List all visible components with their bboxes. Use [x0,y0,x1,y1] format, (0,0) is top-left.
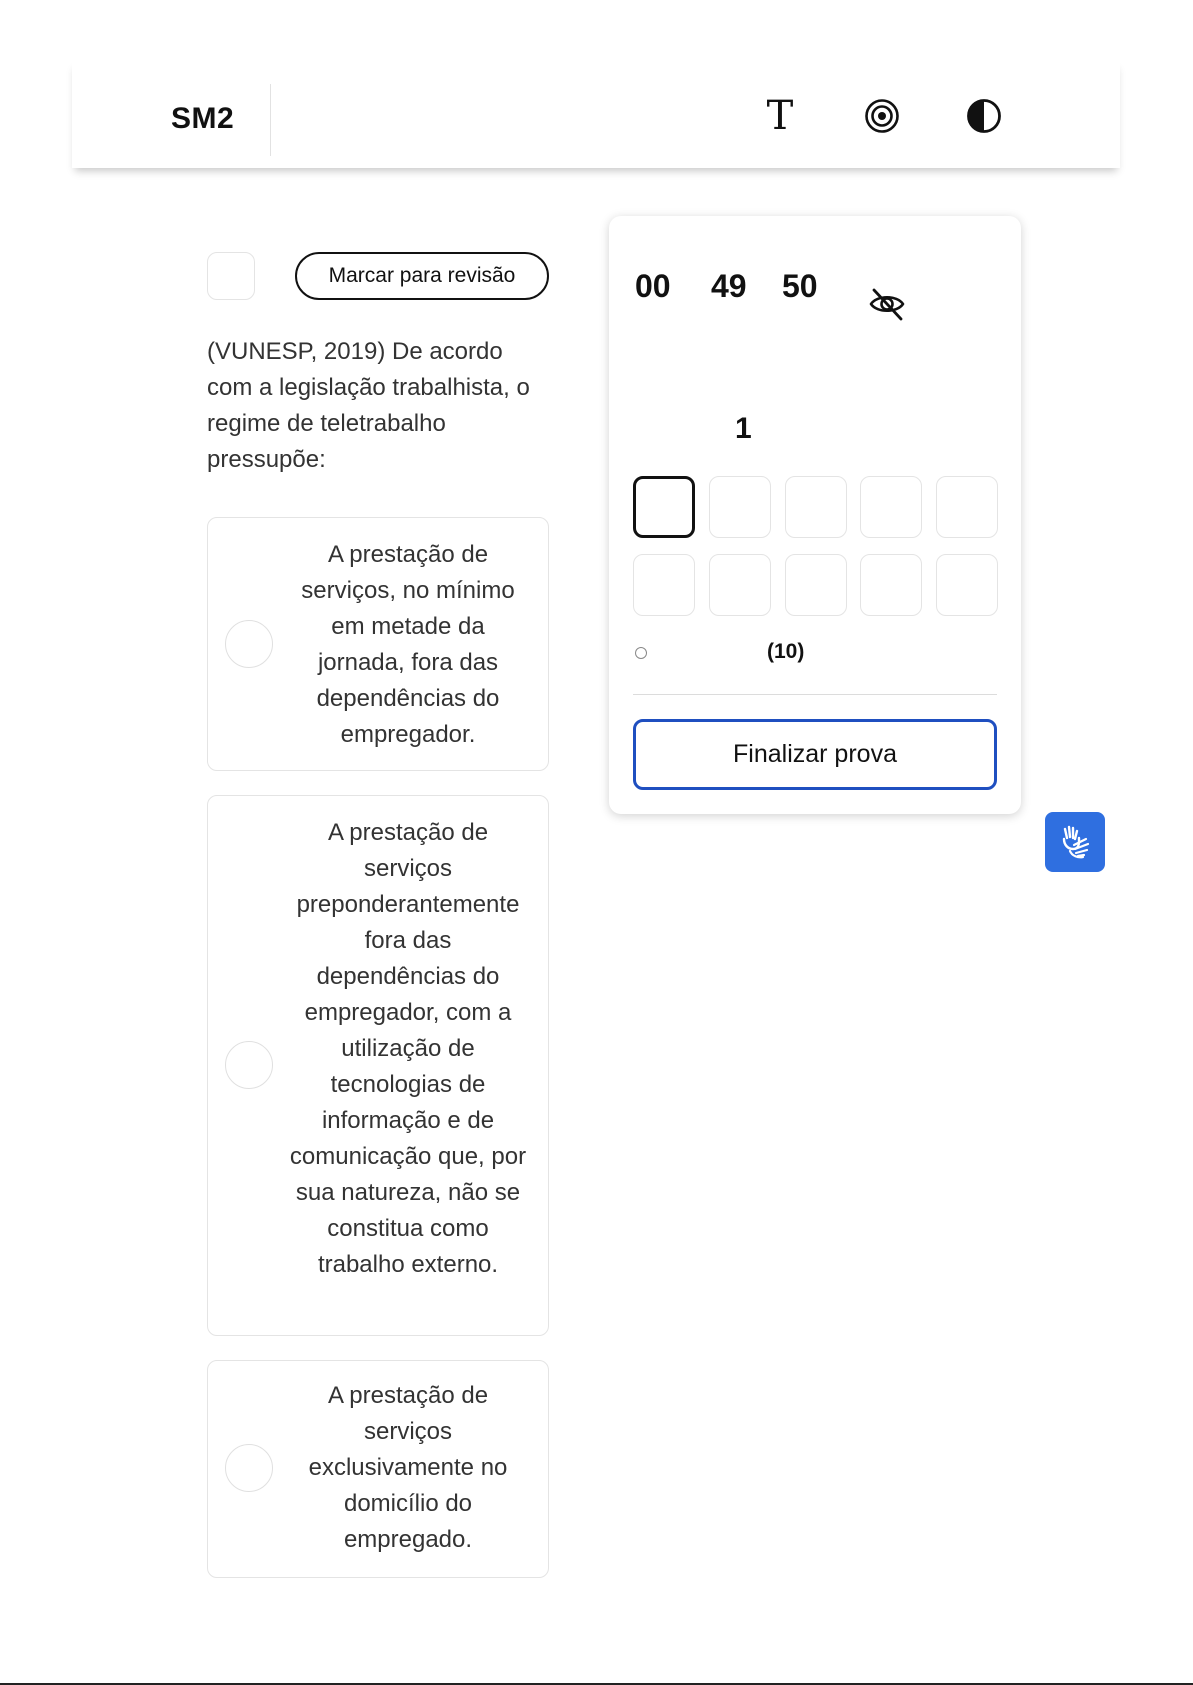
mark-for-review-button[interactable]: Marcar para revisão [295,252,549,300]
option-text: A prestação de serviços preponderantemen… [289,819,527,1278]
libras-accessibility-button[interactable] [1045,812,1105,872]
status-dot-icon [635,647,647,659]
option-radio[interactable] [225,620,273,668]
focus-target-icon[interactable] [858,92,906,140]
option-b[interactable]: A prestação de serviços preponderantemen… [207,795,549,1336]
option-text: A prestação de serviços, no mínimo em me… [301,541,515,748]
question-statement: (VUNESP, 2019) De acordo com a legislaçã… [207,338,530,473]
exam-panel: 00 49 50 1 (10) Finalizar prova [609,216,1021,814]
question-nav-5[interactable] [936,476,998,538]
option-c[interactable]: A prestação de serviços exclusivamente n… [207,1360,549,1578]
question-nav-1[interactable] [633,476,695,538]
text-size-icon[interactable]: T [756,92,804,140]
option-text: A prestação de serviços exclusivamente n… [308,1382,508,1553]
header-divider [270,84,271,156]
question-nav-8[interactable] [785,554,847,616]
panel-divider [633,694,997,695]
question-nav-10[interactable] [936,554,998,616]
question-nav-2[interactable] [709,476,771,538]
question-nav-9[interactable] [860,554,922,616]
question-nav-6[interactable] [633,554,695,616]
contrast-icon-svg [967,99,1001,133]
question-nav-7[interactable] [709,554,771,616]
contrast-icon[interactable] [960,92,1008,140]
logo: SM2 [171,102,235,135]
option-radio[interactable] [225,1444,273,1492]
current-question-number: 1 [735,412,752,445]
question-nav-3[interactable] [785,476,847,538]
hide-timer-eye-off-icon[interactable] [867,284,907,324]
option-radio[interactable] [225,1041,273,1089]
question-nav-4[interactable] [860,476,922,538]
total-questions-count: (10) [767,640,805,663]
sign-language-hands-icon [1062,825,1090,859]
top-header: SM2 T [72,60,1120,168]
timer-hours: 00 [635,268,671,304]
option-a[interactable]: A prestação de serviços, no mínimo em me… [207,517,549,771]
review-checkbox[interactable] [207,252,255,300]
timer-seconds: 50 [782,268,818,304]
target-icon-svg [865,99,899,133]
timer-minutes: 49 [711,268,747,304]
finish-exam-button[interactable]: Finalizar prova [633,719,997,790]
